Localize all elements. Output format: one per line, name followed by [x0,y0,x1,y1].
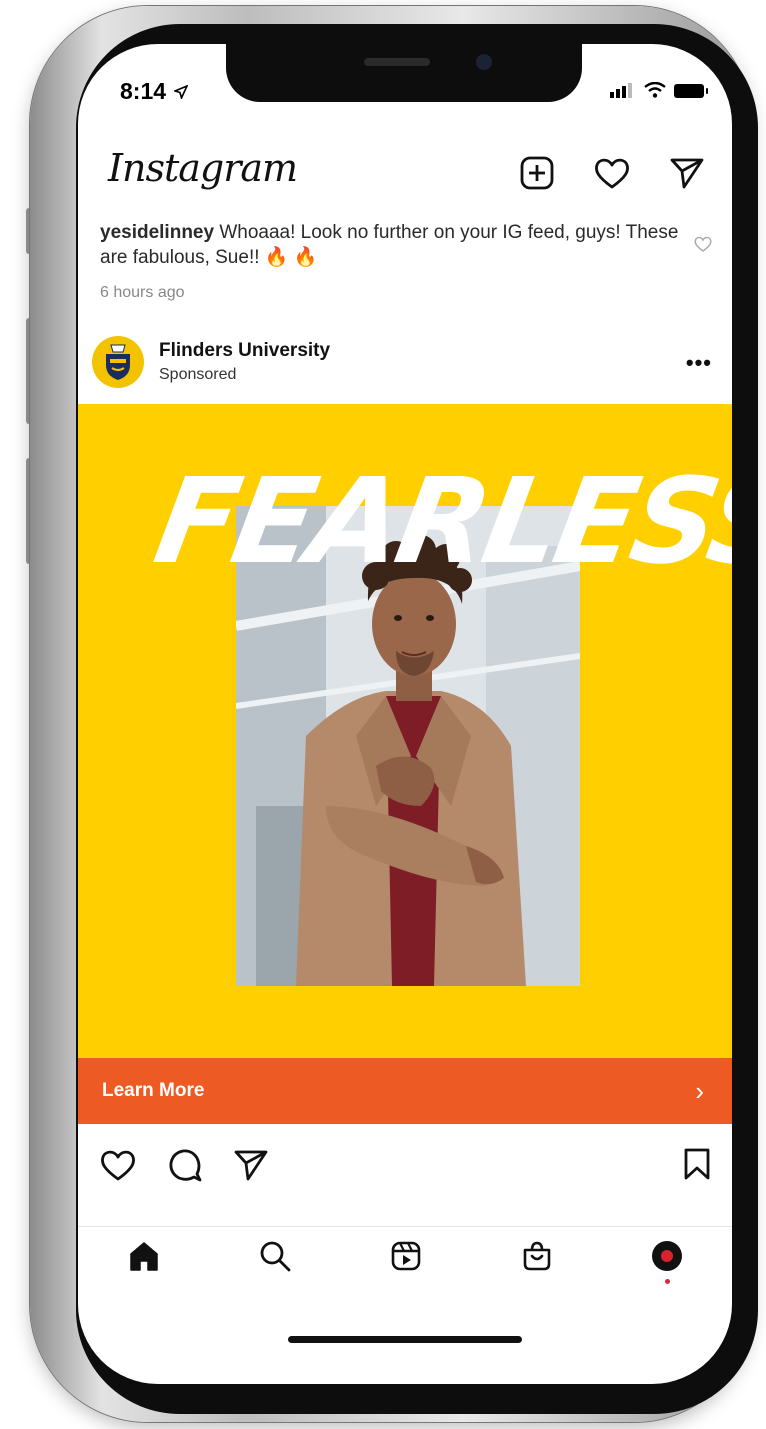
tab-bar-divider [78,1226,732,1227]
more-options-button[interactable]: ••• [686,350,712,376]
add-post-button[interactable] [520,156,554,190]
account-avatar[interactable] [92,336,144,388]
tab-bar [78,1240,732,1284]
status-time-text: 8:14 [120,78,167,104]
instagram-logo[interactable]: Instagram [108,146,298,190]
cellular-signal-icon [610,83,632,98]
battery-icon [674,84,708,98]
share-icon [234,1150,268,1181]
tab-home[interactable] [128,1240,160,1272]
tab-shop[interactable] [521,1240,553,1272]
ad-headline: FEARLESS [145,452,732,590]
comment-like-button[interactable] [694,236,712,257]
heart-icon [694,236,712,252]
post-header: Flinders University Sponsored ••• [92,336,718,394]
like-icon [101,1150,135,1181]
shop-icon [523,1241,551,1271]
location-arrow-icon [173,84,190,101]
comment-timestamp: 6 hours ago [100,284,185,301]
save-button[interactable] [684,1148,710,1185]
direct-messages-button[interactable] [670,156,704,190]
front-camera [476,54,492,70]
send-icon [670,158,704,189]
add-post-icon [520,156,554,190]
comment-icon [169,1149,202,1182]
speaker-grille [364,58,430,66]
search-icon [260,1241,291,1272]
profile-avatar [652,1241,683,1271]
like-button[interactable] [100,1148,136,1182]
comment-text: yesidelinney Whoaaa! Look no further on … [100,220,690,270]
status-time: 8:14 [120,78,190,105]
bookmark-icon [684,1148,710,1180]
activity-button[interactable] [594,156,630,190]
comment-button[interactable] [168,1148,202,1182]
sponsored-label: Sponsored [159,366,237,383]
phone-screen: 8:14 Instagram yesidelinney Whoaaa! Look… [78,44,732,1384]
comment-username[interactable]: yesidelinney [100,222,214,243]
university-crest-icon [106,344,130,380]
notification-dot [665,1279,671,1284]
tab-search[interactable] [259,1240,291,1272]
tab-reels[interactable] [390,1240,422,1272]
share-button[interactable] [234,1148,268,1182]
wifi-icon [644,82,666,98]
chevron-right-icon: › [695,1075,704,1106]
ad-image[interactable]: FEARLESS [78,404,732,1058]
notch [226,44,582,102]
tab-profile[interactable] [652,1241,683,1284]
post-actions [100,1148,268,1182]
heart-icon [595,158,629,189]
reels-icon [391,1241,421,1271]
cta-label: Learn More [102,1080,205,1101]
home-icon [129,1242,158,1271]
header-actions [520,156,704,190]
learn-more-button[interactable]: Learn More › [78,1058,732,1124]
account-name[interactable]: Flinders University [159,340,330,362]
status-icons [610,82,708,98]
home-indicator[interactable] [288,1336,522,1343]
